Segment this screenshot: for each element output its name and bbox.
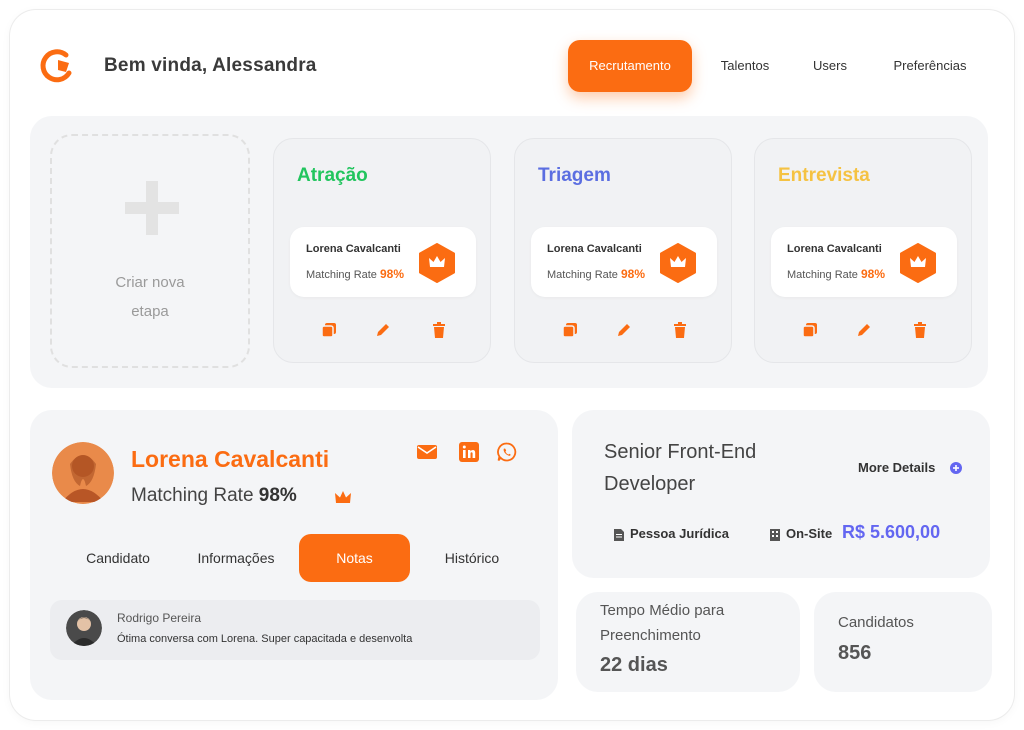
stage-card-entrevista[interactable]: Entrevista Lorena Cavalcanti Matching Ra… [754,138,972,363]
tab-candidato[interactable]: Candidato [72,534,164,582]
stage-title: Atração [297,165,368,186]
candidate-card[interactable]: Lorena Cavalcanti Matching Rate 98% [531,227,717,297]
stage-title: Triagem [538,165,611,186]
document-icon [614,528,624,541]
candidate-name: Lorena Cavalcanti [787,243,882,255]
pencil-icon[interactable] [374,321,392,339]
candidate-name: Lorena Cavalcanti [306,243,401,255]
note-author: Rodrigo Pereira [117,611,202,625]
stat-label: Tempo Médio para Preenchimento [600,602,725,644]
trash-icon[interactable] [671,321,689,339]
candidate-avatar [52,442,114,504]
contract-type: Pessoa Jurídica [614,518,729,550]
job-salary: R$ 5.600,00 [842,522,941,542]
copy-icon[interactable] [801,321,819,339]
stage-title: Entrevista [778,165,870,186]
nav-recrutamento[interactable]: Recrutamento [568,40,692,92]
building-icon [770,528,780,541]
candidate-matching-rate: Matching Rate 98% [547,267,646,281]
pencil-icon[interactable] [855,321,873,339]
create-stage-button[interactable]: Criar nova etapa [50,134,250,368]
trash-icon[interactable] [911,321,929,339]
trash-icon[interactable] [430,321,448,339]
nav-talentos[interactable]: Talentos [702,40,788,92]
candidate-matching-rate: Matching Rate 98% [787,267,886,281]
stat-value: 856 [838,642,872,664]
note-card: Rodrigo Pereira Ótima conversa com Loren… [50,600,540,660]
nav-preferencias[interactable]: Preferências [878,40,982,92]
job-title: Senior Front-End Developer [604,441,757,495]
stat-card-fill-time: Tempo Médio para Preenchimento 22 dias [576,592,800,692]
crown-badge-icon [419,243,455,283]
mail-icon[interactable] [416,442,438,462]
candidate-card[interactable]: Lorena Cavalcanti Matching Rate 98% [290,227,476,297]
stage-actions [274,321,490,341]
crown-badge-icon [900,243,936,283]
note-text: Ótima conversa com Lorena. Super capacit… [117,633,413,645]
candidate-card[interactable]: Lorena Cavalcanti Matching Rate 98% [771,227,957,297]
stat-label: Candidatos [838,614,914,631]
stage-card-triagem[interactable]: Triagem Lorena Cavalcanti Matching Rate … [514,138,732,363]
stage-card-atracao[interactable]: Atração Lorena Cavalcanti Matching Rate … [273,138,491,363]
note-author-avatar [66,610,102,646]
candidate-matching-rate: Matching Rate 98% [306,267,405,281]
more-details-link[interactable]: More Details [858,460,935,475]
plus-circle-icon[interactable] [950,462,962,474]
crown-icon [335,491,351,503]
work-location: On-Site [770,518,832,550]
stage-actions [515,321,731,341]
tab-notas[interactable]: Notas [299,534,410,582]
tab-historico[interactable]: Histórico [430,534,514,582]
whatsapp-icon[interactable] [496,442,518,462]
copy-icon[interactable] [320,321,338,339]
nav-users[interactable]: Users [798,40,862,92]
create-stage-label: Criar nova etapa [115,274,185,320]
logo-icon [40,49,72,83]
candidate-matching-rate: Matching Rate 98% [131,485,297,506]
plus-icon [125,181,179,235]
tab-informacoes[interactable]: Informações [184,534,288,582]
candidate-name: Lorena Cavalcanti [131,446,330,472]
stat-value: 22 dias [600,654,668,676]
candidate-name: Lorena Cavalcanti [547,243,642,255]
stat-card-candidates: Candidatos 856 [814,592,992,692]
copy-icon[interactable] [561,321,579,339]
stage-actions [755,321,971,341]
greeting-title: Bem vinda, Alessandra [104,55,317,76]
crown-badge-icon [660,243,696,283]
pencil-icon[interactable] [615,321,633,339]
linkedin-icon[interactable] [458,442,480,462]
